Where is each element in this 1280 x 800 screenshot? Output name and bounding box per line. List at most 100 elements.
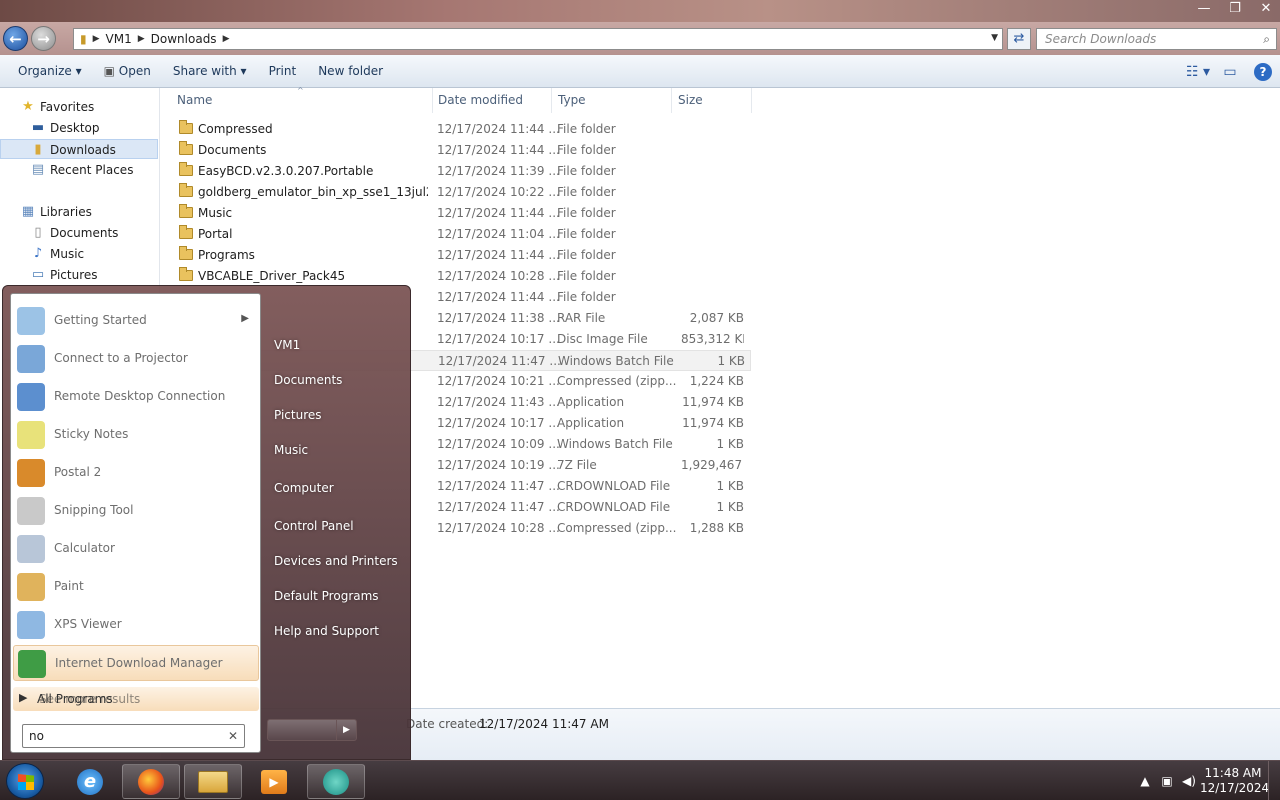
show-desktop-button[interactable] [1268,761,1280,800]
clear-search-icon[interactable]: ✕ [228,725,238,747]
file-size: 1 KB [716,437,744,451]
nav-documents[interactable]: ▯ Documents [0,223,158,243]
folder-icon: ▮ [80,32,87,46]
chevron-right-icon[interactable]: ▶ [336,719,356,741]
file-row[interactable]: VBCABLE_Driver_Pack45 12/17/2024 10:28 ..… [161,266,751,287]
file-row[interactable]: Compressed 12/17/2024 11:44 ... File folde… [161,119,751,140]
forward-button[interactable]: → [31,26,56,51]
chevron-right-icon[interactable]: ▶ [93,34,100,44]
column-date-modified[interactable]: Date modified [432,88,552,113]
network-icon[interactable]: ▣ [1156,774,1178,788]
start-search-value: no [29,729,44,743]
details-date-created-label: Date created: [406,717,489,731]
clock[interactable]: 11:48 AM 12/17/2024 [1200,766,1269,796]
start-program-item[interactable]: Getting Started ▶ [13,303,259,339]
command-bar: Organize ▾ ▣ Open Share with ▾ Print New… [0,55,1280,88]
file-row[interactable]: Portal 12/17/2024 11:04 ... File folder [161,224,751,245]
play-arrow-icon: ▶ [19,691,28,704]
start-place-control-panel[interactable]: Control Panel [274,519,354,533]
minimize-button[interactable]: — [1190,0,1218,18]
show-hidden-icons-icon[interactable]: ▲ [1134,774,1156,788]
taskbar-app[interactable] [307,764,365,799]
start-program-item[interactable]: Paint [13,569,259,605]
nav-downloads-label: Downloads [50,143,116,157]
taskbar-explorer[interactable] [184,764,242,799]
start-program-item[interactable]: Internet Download Manager [13,645,259,681]
taskbar-firefox[interactable] [122,764,180,799]
nav-music[interactable]: ♪ Music [0,244,158,264]
file-row[interactable]: Programs 12/17/2024 11:44 ... File folder [161,245,751,266]
print-button[interactable]: Print [258,55,308,87]
start-place-music[interactable]: Music [274,443,308,457]
refresh-button[interactable]: ⇄ [1007,28,1031,50]
details-date-created-value: 12/17/2024 11:47 AM [479,717,609,731]
start-place-vm1[interactable]: VM1 [274,338,300,352]
file-row[interactable]: goldberg_emulator_bin_xp_sse1_13jul2020 1… [161,182,751,203]
file-row[interactable]: Music 12/17/2024 11:44 ... File folder [161,203,751,224]
nav-pictures[interactable]: ▭ Pictures [0,265,158,285]
column-size[interactable]: Size [672,88,752,113]
file-type: Application [557,416,625,430]
start-program-item[interactable]: Sticky Notes [13,417,259,453]
view-controls: ☷ ▾ ▭ ? [1182,55,1280,88]
start-program-item[interactable]: Postal 2 [13,455,259,491]
taskbar-internet-explorer[interactable]: e [61,764,119,799]
file-row[interactable]: EasyBCD.v2.3.0.207.Portable 12/17/2024 11… [161,161,751,182]
file-row[interactable]: Documents 12/17/2024 11:44 ... File folder [161,140,751,161]
search-icon[interactable]: ⌕ [1263,29,1270,49]
address-bar[interactable]: ▮ ▶ VM1 ▶ Downloads ▶ ▼ [73,28,1003,50]
volume-icon[interactable]: ◀) [1178,774,1200,788]
new-folder-button[interactable]: New folder [307,55,394,87]
start-program-item[interactable]: Calculator [13,531,259,567]
start-button[interactable] [6,763,44,799]
refresh-icon: ⇄ [1013,31,1025,46]
column-type[interactable]: Type [552,88,672,113]
start-program-item[interactable]: Snipping Tool [13,493,259,529]
all-programs-button[interactable]: ▶ All Programs See more results [13,687,259,711]
nav-libraries[interactable]: ▦ Libraries [0,202,158,222]
recent-places-icon: ▤ [31,162,45,177]
submenu-arrow-icon[interactable]: ▶ [241,313,249,324]
chevron-down-icon[interactable]: ▼ [991,33,998,43]
shut-down-button[interactable]: ▶ [267,719,357,741]
start-place-default-programs[interactable]: Default Programs [274,589,379,603]
help-icon[interactable]: ? [1254,62,1272,81]
file-type: File folder [557,143,616,157]
nav-recent-places[interactable]: ▤ Recent Places [0,160,158,180]
start-place-devices-and-printers[interactable]: Devices and Printers [274,554,398,568]
breadcrumb-vm1[interactable]: VM1 [100,32,138,46]
share-with-button[interactable]: Share with ▾ [162,55,258,87]
nav-desktop[interactable]: ▬ Desktop [0,118,158,138]
start-place-documents[interactable]: Documents [274,373,342,387]
start-program-item[interactable]: XPS Viewer [13,607,259,643]
open-button[interactable]: ▣ Open [93,55,162,87]
nav-desktop-label: Desktop [50,121,100,135]
file-type: CRDOWNLOAD File [557,500,671,514]
chevron-right-icon[interactable]: ▶ [138,34,145,44]
nav-downloads[interactable]: ▮ Downloads [0,139,158,159]
back-button[interactable]: ← [3,26,28,51]
start-program-item[interactable]: Connect to a Projector [13,341,259,377]
preview-pane-icon[interactable]: ▭ [1214,64,1246,80]
start-place-help-and-support[interactable]: Help and Support [274,624,379,638]
start-program-label: Paint [54,579,84,593]
start-program-label: XPS Viewer [54,617,122,631]
start-place-computer[interactable]: Computer [274,481,334,495]
breadcrumb-downloads[interactable]: Downloads [145,32,223,46]
taskbar-media-player[interactable]: ▶ [245,764,303,799]
file-name: Music [198,206,233,220]
idm-icon [18,650,46,678]
view-options-icon[interactable]: ☷ ▾ [1182,64,1214,80]
nav-favorites[interactable]: ★ Favorites [0,97,158,117]
start-search-input[interactable]: no ✕ [22,724,245,748]
file-date-modified: 12/17/2024 11:44 ... [437,290,560,304]
search-input[interactable]: Search Downloads ⌕ [1036,28,1277,50]
organize-button[interactable]: Organize ▾ [0,55,93,87]
file-size: 1 KB [717,354,745,368]
chevron-right-icon[interactable]: ▶ [223,34,230,44]
maximize-button[interactable]: ❐ [1221,0,1249,18]
start-place-pictures[interactable]: Pictures [274,408,322,422]
start-program-item[interactable]: Remote Desktop Connection [13,379,259,415]
file-size: 1,929,467 KB [681,458,744,472]
close-button[interactable]: ✕ [1252,0,1280,18]
